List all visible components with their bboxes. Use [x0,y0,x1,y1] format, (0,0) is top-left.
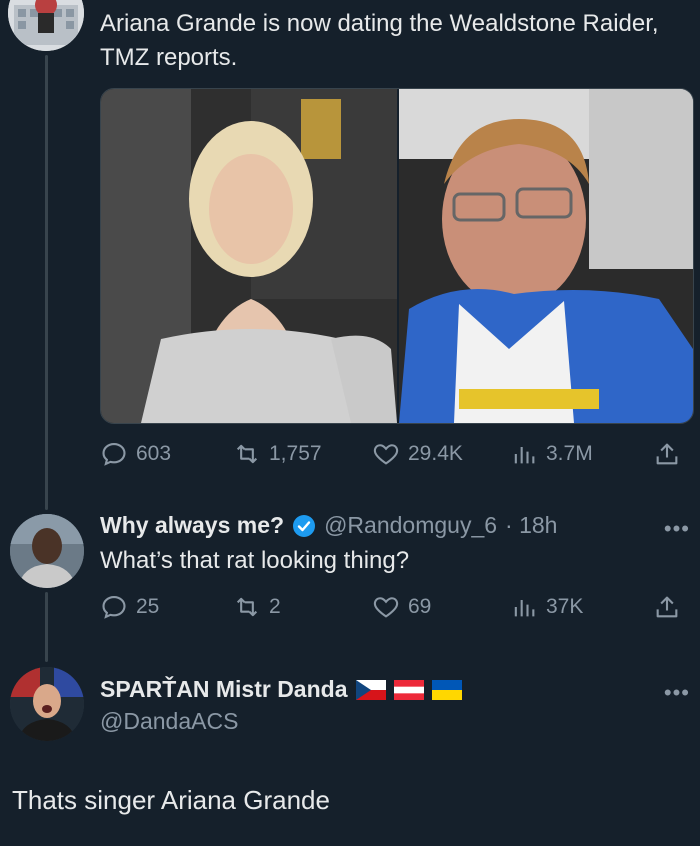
reply-header: Why always me? @Randomguy_6 · 18h [100,512,557,539]
reply-header: SPARŤAN Mistr Danda [100,676,462,703]
user-handle[interactable]: @DandaACS [100,708,238,735]
reply-button[interactable]: 25 [100,589,159,625]
like-button[interactable]: 29.4K [372,436,463,472]
share-button[interactable] [653,589,681,625]
reply-button[interactable]: 603 [100,436,171,472]
retweet-icon [236,597,258,617]
reply-text: Thats singer Ariana Grande [12,785,330,815]
views-button[interactable]: 3.7M [510,436,593,472]
tweet-media[interactable] [100,88,694,424]
reply-action-bar: 25 2 69 37K [100,589,692,625]
views-icon [514,447,535,464]
like-count: 69 [408,595,432,618]
like-button[interactable]: 69 [372,589,431,625]
views-count: 37K [546,595,584,618]
views-icon [514,600,535,617]
reply-text: What’s that rat looking thing? [100,547,410,574]
user-handle[interactable]: @Randomguy_6 [324,512,497,539]
more-options-button[interactable]: ••• [664,516,690,542]
media-photo-right[interactable] [399,89,693,423]
thread-line-top [45,55,48,510]
verified-badge-icon [292,514,316,538]
more-options-button[interactable]: ••• [664,680,690,706]
media-photo-left[interactable] [101,89,397,423]
views-count: 3.7M [546,442,593,465]
retweet-count: 1,757 [269,442,322,465]
display-name[interactable]: Why always me? [100,512,284,539]
heart-icon [373,444,399,465]
reply-count: 603 [136,442,172,465]
cz-flag-icon [355,679,386,700]
avatar[interactable] [10,667,84,741]
share-icon [656,443,678,465]
avatar-image [10,667,84,741]
avatar[interactable] [8,0,84,51]
like-count: 29.4K [408,442,463,465]
share-button[interactable] [653,436,681,472]
avatar-image [8,0,84,51]
views-button[interactable]: 37K [510,589,583,625]
retweet-button[interactable]: 1,757 [233,436,322,472]
reply-count: 25 [136,595,160,618]
reply-icon [102,443,126,466]
reply-icon [102,596,126,619]
retweet-icon [236,444,258,464]
retweet-count: 2 [269,595,281,618]
reply-handle-line: @DandaACS [100,708,238,735]
tweet-action-bar: 603 1,757 29.4K 3.7M [100,436,692,472]
avatar[interactable] [10,514,84,588]
tweet-text: Ariana Grande is now dating the Wealdsto… [100,10,659,71]
ua-flag-icon [431,679,462,700]
avatar-image [10,514,84,588]
retweet-button[interactable]: 2 [233,589,281,625]
at-flag-icon [393,679,424,700]
display-name[interactable]: SPARŤAN Mistr Danda [100,676,348,703]
thread-line-middle [45,592,48,662]
heart-icon [373,597,399,618]
timestamp[interactable]: · 18h [505,512,557,539]
share-icon [656,596,678,618]
